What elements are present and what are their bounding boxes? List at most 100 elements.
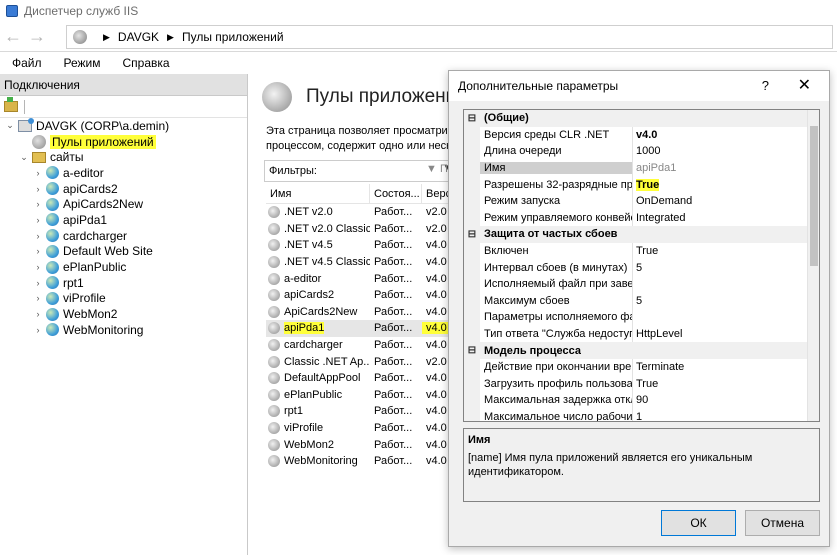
tree-node[interactable]: › apiCards2	[0, 181, 247, 197]
property-row[interactable]: Максимальное число рабочих 1	[464, 408, 819, 421]
property-row[interactable]: Включен True	[464, 242, 819, 260]
table-row[interactable]: a-editor Работ... v4.0	[266, 270, 456, 287]
help-icon[interactable]: ?	[762, 78, 769, 93]
tree-node[interactable]: › WebMonitoring	[0, 322, 247, 338]
menu-file[interactable]: Файл	[12, 56, 42, 70]
collapse-icon[interactable]: ⊟	[464, 113, 480, 124]
property-value[interactable]: True	[633, 245, 819, 257]
forward-arrow-icon[interactable]: →	[26, 26, 48, 48]
table-row[interactable]: ePlanPublic Работ... v4.0	[266, 387, 456, 404]
tree-node-label: WebMon2	[63, 307, 118, 322]
tree-node[interactable]: › cardcharger	[0, 228, 247, 244]
tree-node[interactable]: › viProfile	[0, 291, 247, 307]
tree-node[interactable]: ⌄ сайты	[0, 149, 247, 165]
property-row[interactable]: Параметры исполняемого фаі	[464, 309, 819, 326]
property-value[interactable]: 90	[633, 394, 819, 406]
breadcrumb-item-server[interactable]: DAVGK	[118, 30, 159, 44]
property-category[interactable]: ⊟ Защита от частых сбоев	[464, 226, 819, 243]
property-row[interactable]: Версия среды CLR .NET v4.0	[464, 126, 819, 144]
property-row[interactable]: Режим запуска OnDemand	[464, 192, 819, 210]
tree-node[interactable]: › apiPda1	[0, 212, 247, 228]
column-header-state[interactable]: Состоя...	[370, 184, 422, 203]
property-value[interactable]: Terminate	[633, 361, 819, 373]
breadcrumb[interactable]: ▶ DAVGK ▶ Пулы приложений	[66, 25, 833, 49]
table-row[interactable]: WebMon2 Работ... v4.0	[266, 436, 456, 453]
property-value[interactable]: OnDemand	[633, 195, 819, 207]
menu-view[interactable]: Режим	[64, 56, 101, 70]
property-value[interactable]: Integrated	[633, 212, 819, 224]
property-category[interactable]: ⊟ (Общие)	[464, 110, 819, 127]
property-row[interactable]: Режим управляемого конвейе Integrated	[464, 209, 819, 227]
chevron-right-icon[interactable]: ›	[32, 231, 44, 241]
close-icon[interactable]: ✕	[798, 75, 811, 95]
table-row[interactable]: rpt1 Работ... v4.0	[266, 403, 456, 420]
property-value[interactable]: True	[633, 178, 819, 191]
chevron-right-icon[interactable]: ›	[32, 262, 44, 272]
property-row[interactable]: Исполняемый файл при завер	[464, 275, 819, 293]
table-row[interactable]: apiPda1 Работ... v4.0	[266, 320, 456, 337]
table-row[interactable]: apiCards2 Работ... v4.0	[266, 287, 456, 304]
chevron-right-icon[interactable]: ›	[32, 215, 44, 225]
property-value[interactable]: 1000	[633, 145, 819, 157]
property-value[interactable]: True	[633, 378, 819, 390]
property-value[interactable]: HttpLevel	[633, 328, 819, 340]
property-value[interactable]: apiPda1	[633, 162, 819, 174]
property-row[interactable]: Действие при окончании врем Terminate	[464, 358, 819, 376]
table-row[interactable]: ApiCards2New Работ... v4.0	[266, 304, 456, 321]
column-header-name[interactable]: Имя	[266, 184, 370, 203]
tree-node[interactable]: › a-editor	[0, 165, 247, 181]
table-row[interactable]: WebMonitoring Работ... v4.0	[266, 453, 456, 470]
table-row[interactable]: .NET v4.5 Classic Работ... v4.0	[266, 254, 456, 271]
table-row[interactable]: cardcharger Работ... v4.0	[266, 337, 456, 354]
property-row[interactable]: Длина очереди 1000	[464, 143, 819, 160]
add-connection-icon[interactable]	[4, 97, 18, 112]
breadcrumb-item-app-pools[interactable]: Пулы приложений	[182, 30, 284, 44]
chevron-right-icon[interactable]: ›	[32, 246, 44, 256]
chevron-right-icon[interactable]: ›	[32, 199, 44, 209]
tree-node[interactable]: › rpt1	[0, 275, 247, 291]
property-row[interactable]: Загрузить профиль пользовате True	[464, 375, 819, 393]
property-value[interactable]: 1	[633, 411, 819, 421]
property-category[interactable]: ⊟ Модель процесса	[464, 342, 819, 359]
table-row[interactable]: .NET v2.0 Classic Работ... v2.0	[266, 221, 456, 238]
chevron-right-icon[interactable]: ›	[32, 293, 44, 303]
table-row[interactable]: .NET v2.0 Работ... v2.0	[266, 204, 456, 221]
property-row[interactable]: Имя apiPda1	[464, 159, 819, 177]
property-row[interactable]: Максимум сбоев 5	[464, 292, 819, 310]
chevron-right-icon[interactable]: ›	[32, 278, 44, 288]
go-button[interactable]: ▼ П	[426, 163, 448, 175]
chevron-right-icon[interactable]: ›	[32, 168, 44, 178]
tree-node[interactable]: › WebMon2	[0, 306, 247, 322]
ok-button[interactable]: ОК	[661, 510, 736, 536]
property-row[interactable]: Разрешены 32-разрядные при True	[464, 176, 819, 193]
tree-node[interactable]: › Default Web Site	[0, 244, 247, 260]
tree-node[interactable]: Пулы приложений	[0, 134, 247, 150]
property-grid-scrollbar[interactable]	[807, 110, 819, 421]
chevron-down-icon[interactable]: ⌄	[18, 152, 30, 163]
chevron-down-icon[interactable]: ⌄	[4, 120, 16, 131]
property-value[interactable]: 5	[633, 262, 819, 274]
menu-help[interactable]: Справка	[123, 56, 170, 70]
property-row[interactable]: Интервал сбоев (в минутах) 5	[464, 259, 819, 276]
table-row[interactable]: .NET v4.5 Работ... v4.0	[266, 237, 456, 254]
tree-node[interactable]: ⌄ DAVGK (CORP\a.demin)	[0, 117, 247, 134]
property-value[interactable]: 5	[633, 295, 819, 307]
property-value[interactable]: v4.0	[633, 129, 819, 141]
chevron-right-icon[interactable]: ›	[32, 184, 44, 194]
property-row[interactable]: Тип ответа "Служба недоступн HttpLevel	[464, 325, 819, 343]
cancel-button[interactable]: Отмена	[745, 510, 820, 536]
property-row[interactable]: Максимальная задержка откл 90	[464, 392, 819, 409]
chevron-right-icon[interactable]: ›	[32, 309, 44, 319]
table-row[interactable]: Classic .NET Ap... Работ... v2.0	[266, 353, 456, 370]
pool-name: Classic .NET Ap...	[284, 355, 370, 368]
tree-node[interactable]: › ePlanPublic	[0, 259, 247, 275]
chevron-right-icon[interactable]: ›	[32, 325, 44, 335]
table-row[interactable]: viProfile Работ... v4.0	[266, 420, 456, 437]
back-arrow-icon[interactable]: ←	[2, 26, 24, 48]
table-row[interactable]: DefaultAppPool Работ... v4.0	[266, 370, 456, 387]
scrollbar-thumb[interactable]	[810, 126, 818, 266]
collapse-icon[interactable]: ⊟	[464, 345, 480, 356]
tree-node[interactable]: › ApiCards2New	[0, 196, 247, 212]
filter-input[interactable]	[337, 163, 437, 179]
collapse-icon[interactable]: ⊟	[464, 229, 480, 240]
